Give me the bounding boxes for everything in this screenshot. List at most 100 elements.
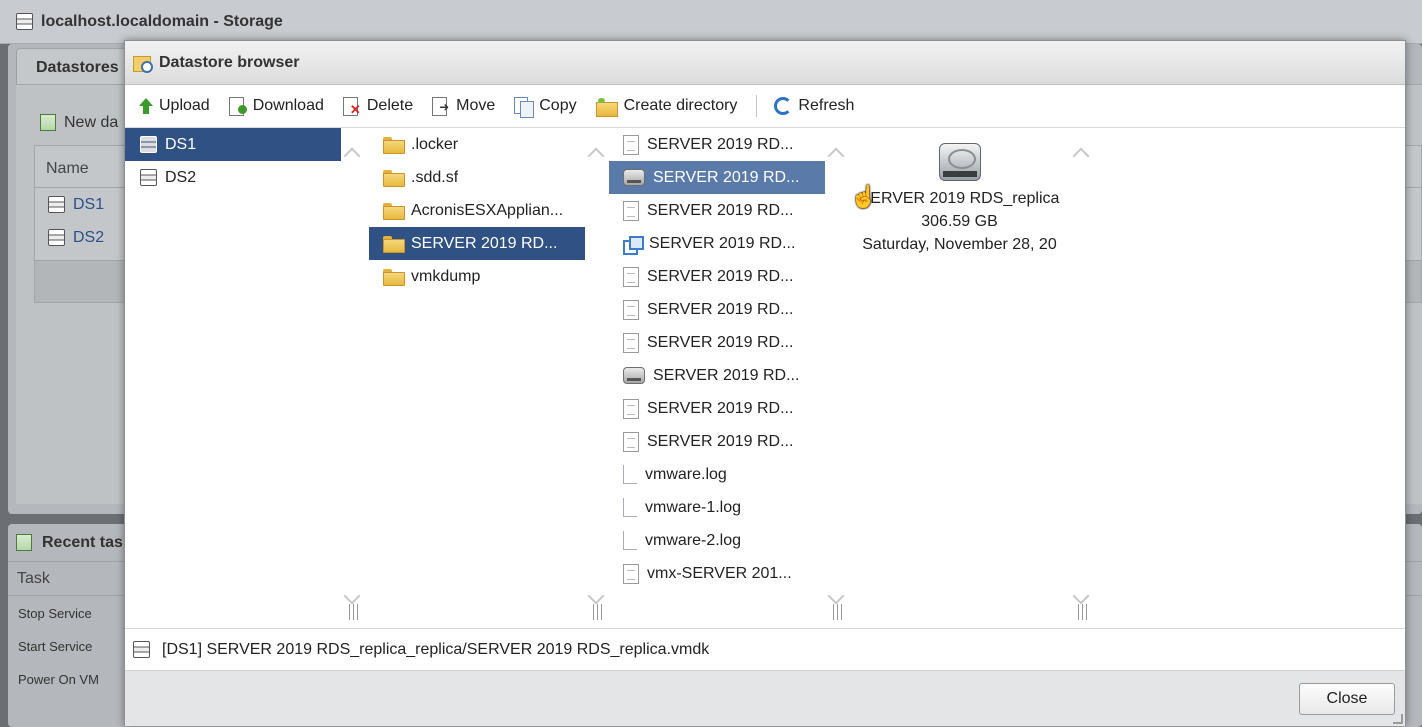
upload-icon [139,98,153,114]
file-label: SERVER 2019 RD... [647,399,794,417]
scroll-down-icon[interactable] [343,587,361,605]
folder-icon [383,170,405,187]
browser-columns: DS1 DS2 .locker .sdd.sf AcronisESXApplia… [125,128,1405,628]
file-item[interactable]: SERVER 2019 RD... [609,194,825,227]
folder-item[interactable]: AcronisESXApplian... [369,194,585,227]
download-icon [228,96,247,116]
datastore-icon [140,136,157,153]
delete-icon [342,96,361,116]
copy-label: Copy [539,97,577,114]
copy-button[interactable]: Copy [514,96,577,118]
tab-datastores[interactable]: Datastores [16,48,128,84]
file-label: SERVER 2019 RD... [647,300,794,318]
file-label: SERVER 2019 RD... [647,432,794,450]
datastore-link[interactable]: DS1 [73,196,104,214]
file-item[interactable]: SERVER 2019 RD... [609,128,825,161]
scroll-down-icon[interactable] [1072,587,1090,605]
scrollbar[interactable] [341,128,365,628]
folder-label: AcronisESXApplian... [411,201,564,219]
scroll-up-icon[interactable] [827,147,845,165]
datastores-column: DS1 DS2 [125,128,365,628]
scrollbar[interactable] [825,128,849,628]
file-item[interactable]: SERVER 2019 RD... [609,425,825,458]
resize-grip-icon[interactable] [1393,714,1403,724]
create-directory-button[interactable]: Create directory [595,97,738,117]
column-resize-handle[interactable] [593,604,602,620]
scroll-up-icon[interactable] [587,147,605,165]
file-icon [623,200,639,221]
delete-button[interactable]: Delete [342,96,413,116]
datastore-icon [48,196,65,213]
file-label: vmware-2.log [645,531,742,549]
file-label: vmware.log [645,465,727,483]
preview-name: SERVER 2019 RDS_replica [859,190,1060,207]
file-icon [623,398,639,419]
new-datastore-button[interactable]: New da [40,114,118,132]
scroll-down-icon[interactable] [827,587,845,605]
move-button[interactable]: Move [432,96,496,116]
create-directory-icon [595,97,618,117]
move-label: Move [456,97,496,114]
virtual-disk-icon [938,143,981,181]
datastore-link[interactable]: DS2 [73,229,104,247]
file-item[interactable]: SERVER 2019 RD... [609,293,825,326]
blank-file-icon [623,498,637,517]
new-datastore-icon [40,114,56,131]
datastore-browser-dialog: Datastore browser Upload Download Delete… [124,40,1406,726]
scroll-up-icon[interactable] [343,147,361,165]
dialog-title-bar[interactable]: Datastore browser [125,41,1405,85]
folder-item-selected[interactable]: SERVER 2019 RD... [369,227,585,260]
folder-icon [383,137,405,154]
file-item-selected[interactable]: SERVER 2019 RD... [609,161,825,194]
datastore-item-ds1[interactable]: DS1 [125,128,341,161]
folder-label: .sdd.sf [411,168,459,186]
folder-item[interactable]: vmkdump [369,260,585,293]
column-resize-handle[interactable] [1078,604,1087,620]
folder-item[interactable]: .sdd.sf [369,161,585,194]
create-directory-label: Create directory [623,97,738,114]
file-preview: SERVER 2019 RDS_replica 306.59 GB Saturd… [849,128,1070,256]
file-item[interactable]: SERVER 2019 RD... [609,326,825,359]
hand-cursor-icon: ☝ [850,184,878,209]
file-item[interactable]: SERVER 2019 RD... [609,392,825,425]
close-button[interactable]: Close [1299,683,1395,715]
scrollbar[interactable] [1070,128,1094,628]
file-item[interactable]: vmware.log [609,458,825,491]
column-resize-handle[interactable] [349,604,358,620]
column-resize-handle[interactable] [833,604,842,620]
file-item[interactable]: vmware-1.log [609,491,825,524]
datastore-item-ds2[interactable]: DS2 [125,161,341,194]
scroll-down-icon[interactable] [587,587,605,605]
dialog-title: Datastore browser [159,53,300,71]
file-item[interactable]: vmware-2.log [609,524,825,557]
folder-item[interactable]: .locker [369,128,585,161]
file-item[interactable]: SERVER 2019 RD... [609,227,825,260]
file-label: SERVER 2019 RD... [649,234,796,252]
file-icon [623,134,639,155]
file-item[interactable]: SERVER 2019 RD... [609,260,825,293]
refresh-button[interactable]: Refresh [774,97,854,115]
folders-column: .locker .sdd.sf AcronisESXApplian... SER… [365,128,609,628]
file-label: vmx-SERVER 201... [647,564,792,582]
file-label: SERVER 2019 RD... [647,333,794,351]
datastore-label: DS1 [165,135,197,153]
file-icon [623,332,639,353]
file-icon [623,431,639,452]
file-item[interactable]: vmx-SERVER 201... [609,557,825,590]
folder-icon [383,269,405,286]
scrollbar[interactable] [585,128,609,628]
blank-file-icon [623,531,637,550]
file-item[interactable]: SERVER 2019 RD... [609,359,825,392]
storage-icon [16,13,33,30]
toolbar-separator [756,95,758,117]
scroll-up-icon[interactable] [1072,147,1090,165]
upload-button[interactable]: Upload [139,97,210,115]
blank-file-icon [623,465,637,484]
disk-icon [623,169,645,186]
move-icon [432,96,450,116]
file-label: SERVER 2019 RD... [647,201,794,219]
upload-label: Upload [159,97,210,114]
preview-size: 306.59 GB [921,213,998,230]
download-button[interactable]: Download [228,96,324,116]
download-label: Download [252,97,324,114]
